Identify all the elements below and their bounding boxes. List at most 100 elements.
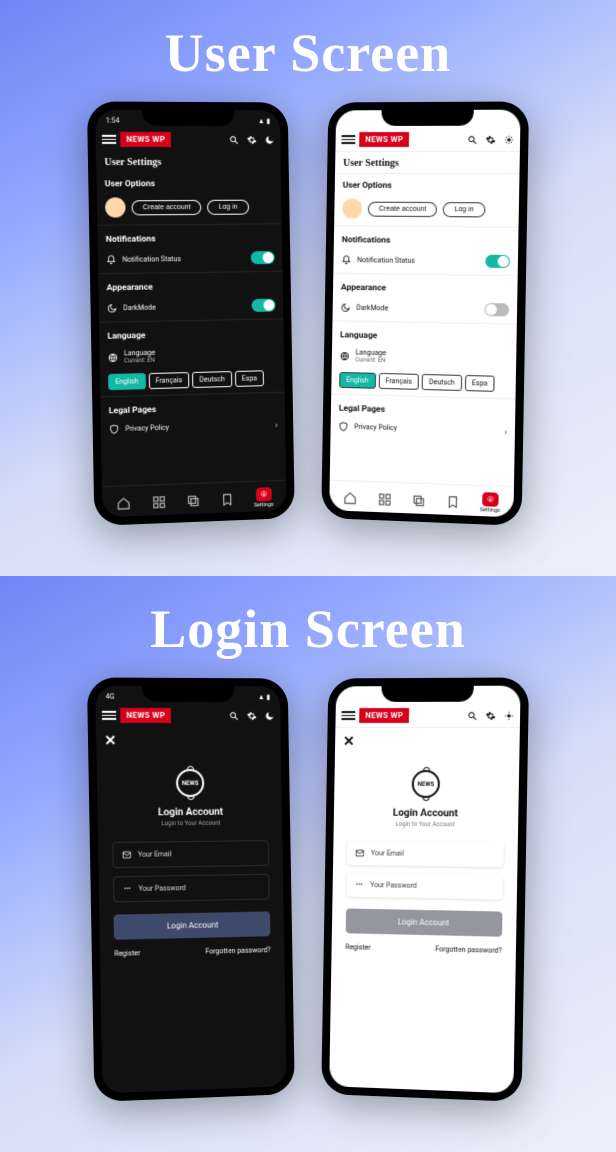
notifications-header: Notifications <box>97 226 282 248</box>
news-logo: NEWS <box>412 770 441 798</box>
forgot-password-link[interactable]: Forgotten password? <box>435 945 502 955</box>
login-submit-button[interactable]: Login Account <box>114 911 271 939</box>
moon-small-icon <box>341 302 351 312</box>
gear-icon[interactable] <box>485 134 495 144</box>
hamburger-icon[interactable] <box>341 135 355 143</box>
email-icon <box>355 848 365 858</box>
avatar <box>105 197 126 217</box>
login-submit-button[interactable]: Login Account <box>346 908 503 936</box>
bell-icon <box>106 254 116 264</box>
register-link[interactable]: Register <box>345 943 370 952</box>
app-bar: NEWS WP <box>335 704 520 728</box>
search-icon[interactable] <box>229 711 239 721</box>
hamburger-icon[interactable] <box>102 135 116 144</box>
nav-settings[interactable]: Settings <box>480 492 501 514</box>
dark-phone: 1:54 ▲ ▮ NEWS WP User Settings User Opti… <box>87 101 295 525</box>
gear-icon[interactable] <box>247 135 257 145</box>
clock: 1:54 <box>106 116 120 124</box>
page-title: User Settings <box>96 151 281 172</box>
page-title: User Settings <box>335 152 520 174</box>
login-button[interactable]: Log in <box>443 202 485 217</box>
nav-copy[interactable] <box>185 493 201 508</box>
search-icon[interactable] <box>467 710 477 720</box>
lang-chip-english[interactable]: English <box>339 372 376 389</box>
signal: 4G <box>106 692 115 700</box>
login-subtitle: Login to Your Account <box>396 821 455 829</box>
brand-badge: NEWS WP <box>359 708 409 723</box>
section-heading: User Screen <box>0 0 616 84</box>
bottom-nav: Settings <box>329 480 514 518</box>
lang-chip-espanol[interactable]: Espa <box>235 370 264 387</box>
email-field[interactable]: Your Email <box>112 840 269 868</box>
brand-badge: NEWS WP <box>120 708 171 723</box>
sun-icon[interactable] <box>504 710 514 720</box>
globe-icon <box>108 352 118 362</box>
login-title: Login Account <box>158 807 223 819</box>
app-bar: NEWS WP <box>96 704 281 727</box>
privacy-row[interactable]: Privacy Policy › <box>101 414 286 439</box>
darkmode-label: DarkMode <box>123 303 156 312</box>
nav-grid[interactable] <box>376 492 392 507</box>
status-bar: 4G ▲ ▮ <box>95 686 280 705</box>
chevron-right-icon: › <box>275 420 278 429</box>
close-icon[interactable]: ✕ <box>335 728 520 756</box>
search-icon[interactable] <box>467 134 477 144</box>
login-button[interactable]: Log in <box>208 199 249 214</box>
news-logo: NEWS <box>176 769 205 797</box>
legal-header: Legal Pages <box>331 397 516 422</box>
privacy-row[interactable]: Privacy Policy › <box>330 416 515 442</box>
lang-chip-deutsch[interactable]: Deutsch <box>422 374 462 391</box>
lang-chip-english[interactable]: English <box>108 373 146 390</box>
notification-toggle[interactable] <box>251 251 275 264</box>
notification-status-label: Notification Status <box>357 256 415 265</box>
nav-grid[interactable] <box>150 494 166 509</box>
close-icon[interactable]: ✕ <box>96 727 281 755</box>
hamburger-icon[interactable] <box>102 711 116 720</box>
gear-icon[interactable] <box>247 711 257 721</box>
moon-icon[interactable] <box>265 711 275 721</box>
hamburger-icon[interactable] <box>341 711 355 719</box>
gear-icon[interactable] <box>485 710 495 720</box>
bottom-nav: Settings <box>102 480 287 518</box>
notifications-header: Notifications <box>334 228 519 250</box>
lang-chip-espanol[interactable]: Espa <box>465 375 495 392</box>
forgot-password-link[interactable]: Forgotten password? <box>205 946 270 956</box>
user-screen-section: User Screen 1:54 ▲ ▮ NEWS WP User <box>0 0 616 576</box>
nav-home[interactable] <box>116 496 133 511</box>
moon-small-icon <box>107 303 117 313</box>
email-field[interactable]: Your Email <box>347 841 504 867</box>
light-phone: NEWS WP User Settings User Options Creat… <box>321 101 529 525</box>
lang-chip-francais[interactable]: Français <box>148 372 189 389</box>
nav-home[interactable] <box>342 491 358 505</box>
brand-badge: NEWS WP <box>359 132 409 147</box>
darkmode-toggle[interactable] <box>484 303 509 317</box>
chevron-right-icon: › <box>504 427 507 436</box>
lang-chip-deutsch[interactable]: Deutsch <box>192 371 232 388</box>
email-placeholder: Your Email <box>371 849 404 857</box>
section-heading: Login Screen <box>0 576 616 660</box>
register-link[interactable]: Register <box>114 949 140 958</box>
status-bar: 1:54 ▲ ▮ <box>95 110 280 129</box>
notification-toggle[interactable] <box>485 255 510 268</box>
nav-copy[interactable] <box>411 493 427 508</box>
nav-bookmark[interactable] <box>445 494 461 509</box>
search-icon[interactable] <box>229 135 239 145</box>
lang-chip-francais[interactable]: Français <box>378 373 419 390</box>
status-icons: ▲ ▮ <box>258 693 271 701</box>
sun-icon[interactable] <box>504 134 514 144</box>
app-bar: NEWS WP <box>96 128 281 151</box>
password-field[interactable]: ••• Your Password <box>346 873 503 900</box>
password-icon: ••• <box>354 880 364 890</box>
globe-icon <box>340 351 350 361</box>
shield-icon <box>109 424 119 434</box>
notification-status-label: Notification Status <box>122 255 181 264</box>
login-subtitle: Login to Your Account <box>161 820 220 828</box>
nav-settings[interactable]: Settings <box>254 487 274 509</box>
create-account-button[interactable]: Create account <box>368 201 438 216</box>
password-field[interactable]: ••• Your Password <box>113 874 270 903</box>
darkmode-toggle[interactable] <box>252 299 276 312</box>
status-icons: ▲ ▮ <box>258 117 271 125</box>
create-account-button[interactable]: Create account <box>131 199 201 214</box>
nav-bookmark[interactable] <box>219 492 235 507</box>
moon-icon[interactable] <box>265 135 275 145</box>
